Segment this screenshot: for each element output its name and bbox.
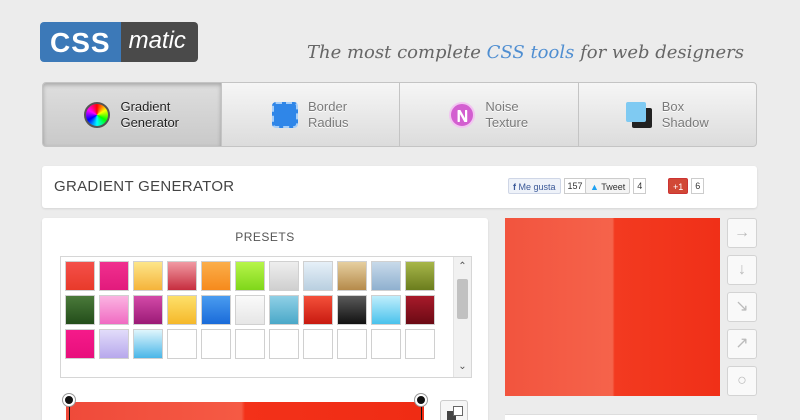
direction-diagonal-down-button[interactable]: ↘: [727, 292, 757, 322]
logo[interactable]: CSS matic: [40, 22, 198, 62]
preset-swatch[interactable]: [235, 329, 265, 359]
swap-colors-button[interactable]: [440, 400, 468, 420]
preset-swatch[interactable]: [99, 295, 129, 325]
preset-swatch[interactable]: [405, 295, 435, 325]
tab-label: Border Radius: [308, 98, 349, 130]
border-radius-icon: [272, 101, 299, 128]
preset-swatch[interactable]: [201, 295, 231, 325]
preset-swatch[interactable]: [201, 329, 231, 359]
tweet-count: 4: [633, 178, 647, 194]
google-plus-count: 6: [691, 178, 705, 194]
preset-swatch[interactable]: [303, 329, 333, 359]
tab-box-shadow[interactable]: Box Shadow: [579, 83, 757, 146]
tool-tabs: Gradient Generator Border Radius N Noise Te…: [42, 82, 757, 147]
google-plus-button[interactable]: +1: [668, 178, 689, 194]
gradient-preview: [505, 218, 720, 396]
preset-swatch[interactable]: [371, 295, 401, 325]
noise-icon: N: [449, 101, 476, 128]
presets-scrollbar[interactable]: ⌃ ⌄: [453, 257, 471, 377]
code-panel-top: [505, 414, 757, 420]
scroll-thumb[interactable]: [457, 279, 468, 319]
logo-css: CSS: [40, 22, 121, 62]
tweet: ▲ Tweet 4: [585, 178, 647, 194]
scroll-down-icon[interactable]: ⌄: [454, 359, 471, 375]
preset-swatches: [65, 261, 445, 359]
preset-swatch[interactable]: [303, 295, 333, 325]
tagline-highlight: CSS tools: [486, 42, 575, 63]
arrow-down-right-icon: ↘: [735, 298, 749, 315]
color-wheel-icon: [84, 101, 111, 128]
tab-gradient-generator[interactable]: Gradient Generator: [43, 83, 222, 146]
logo-matic: matic: [120, 22, 198, 62]
scroll-up-icon[interactable]: ⌃: [454, 259, 471, 275]
circle-icon: ○: [737, 372, 747, 389]
preset-swatch[interactable]: [99, 261, 129, 291]
gradient-editor-bar[interactable]: [66, 402, 424, 420]
direction-right-button[interactable]: →: [727, 218, 757, 248]
preset-swatch[interactable]: [133, 261, 163, 291]
preset-swatch[interactable]: [133, 329, 163, 359]
tab-label: Noise Texture: [485, 98, 529, 130]
google-plus: +1 6: [668, 178, 705, 194]
preset-swatch[interactable]: [405, 261, 435, 291]
direction-diagonal-up-button[interactable]: ↗: [727, 329, 757, 359]
tagline: The most complete CSS tools for web desi…: [307, 42, 744, 63]
preset-swatch[interactable]: [65, 261, 95, 291]
preset-swatch[interactable]: [269, 261, 299, 291]
color-stop-right[interactable]: [415, 394, 427, 406]
preset-swatch[interactable]: [269, 329, 299, 359]
preset-swatch[interactable]: [65, 295, 95, 325]
preset-swatch[interactable]: [167, 261, 197, 291]
direction-radial-button[interactable]: ○: [727, 366, 757, 396]
preset-swatch[interactable]: [167, 295, 197, 325]
preset-swatch[interactable]: [167, 329, 197, 359]
preset-swatch[interactable]: [65, 329, 95, 359]
preset-swatch[interactable]: [371, 261, 401, 291]
tab-border-radius[interactable]: Border Radius: [222, 83, 400, 146]
preset-swatch[interactable]: [269, 295, 299, 325]
tab-label: Box Shadow: [661, 98, 709, 130]
preset-swatch[interactable]: [371, 329, 401, 359]
facebook-like-count: 157: [563, 178, 587, 194]
page-title: GRADIENT GENERATOR: [54, 178, 235, 195]
tab-label: Gradient Generator: [120, 98, 180, 130]
tweet-button[interactable]: ▲ Tweet: [585, 178, 631, 194]
box-shadow-icon: [625, 101, 652, 128]
facebook-like: f Me gusta 157: [508, 178, 587, 194]
preset-swatch[interactable]: [337, 295, 367, 325]
presets-title: PRESETS: [235, 230, 295, 244]
color-stop-left[interactable]: [63, 394, 75, 406]
preset-swatch[interactable]: [201, 261, 231, 291]
preset-swatch[interactable]: [303, 261, 333, 291]
tagline-prefix: The most complete: [307, 42, 487, 63]
title-bar: GRADIENT GENERATOR f Me gusta 157 ▲ Twee…: [42, 166, 757, 208]
arrow-right-icon: →: [734, 224, 750, 241]
arrow-up-right-icon: ↗: [735, 335, 749, 352]
preset-swatch[interactable]: [337, 329, 367, 359]
preset-swatch[interactable]: [235, 295, 265, 325]
tagline-suffix: for web designers: [574, 42, 744, 63]
preset-swatch[interactable]: [405, 329, 435, 359]
direction-down-button[interactable]: ↓: [727, 255, 757, 285]
presets-panel: PRESETS ⌃ ⌄: [42, 218, 488, 420]
arrow-down-icon: ↓: [738, 261, 746, 278]
facebook-like-button[interactable]: f Me gusta: [508, 178, 561, 194]
presets-list: ⌃ ⌄: [60, 256, 472, 378]
preset-swatch[interactable]: [337, 261, 367, 291]
preset-swatch[interactable]: [133, 295, 163, 325]
preset-swatch[interactable]: [235, 261, 265, 291]
preset-swatch[interactable]: [99, 329, 129, 359]
tab-noise-texture[interactable]: N Noise Texture: [400, 83, 579, 146]
